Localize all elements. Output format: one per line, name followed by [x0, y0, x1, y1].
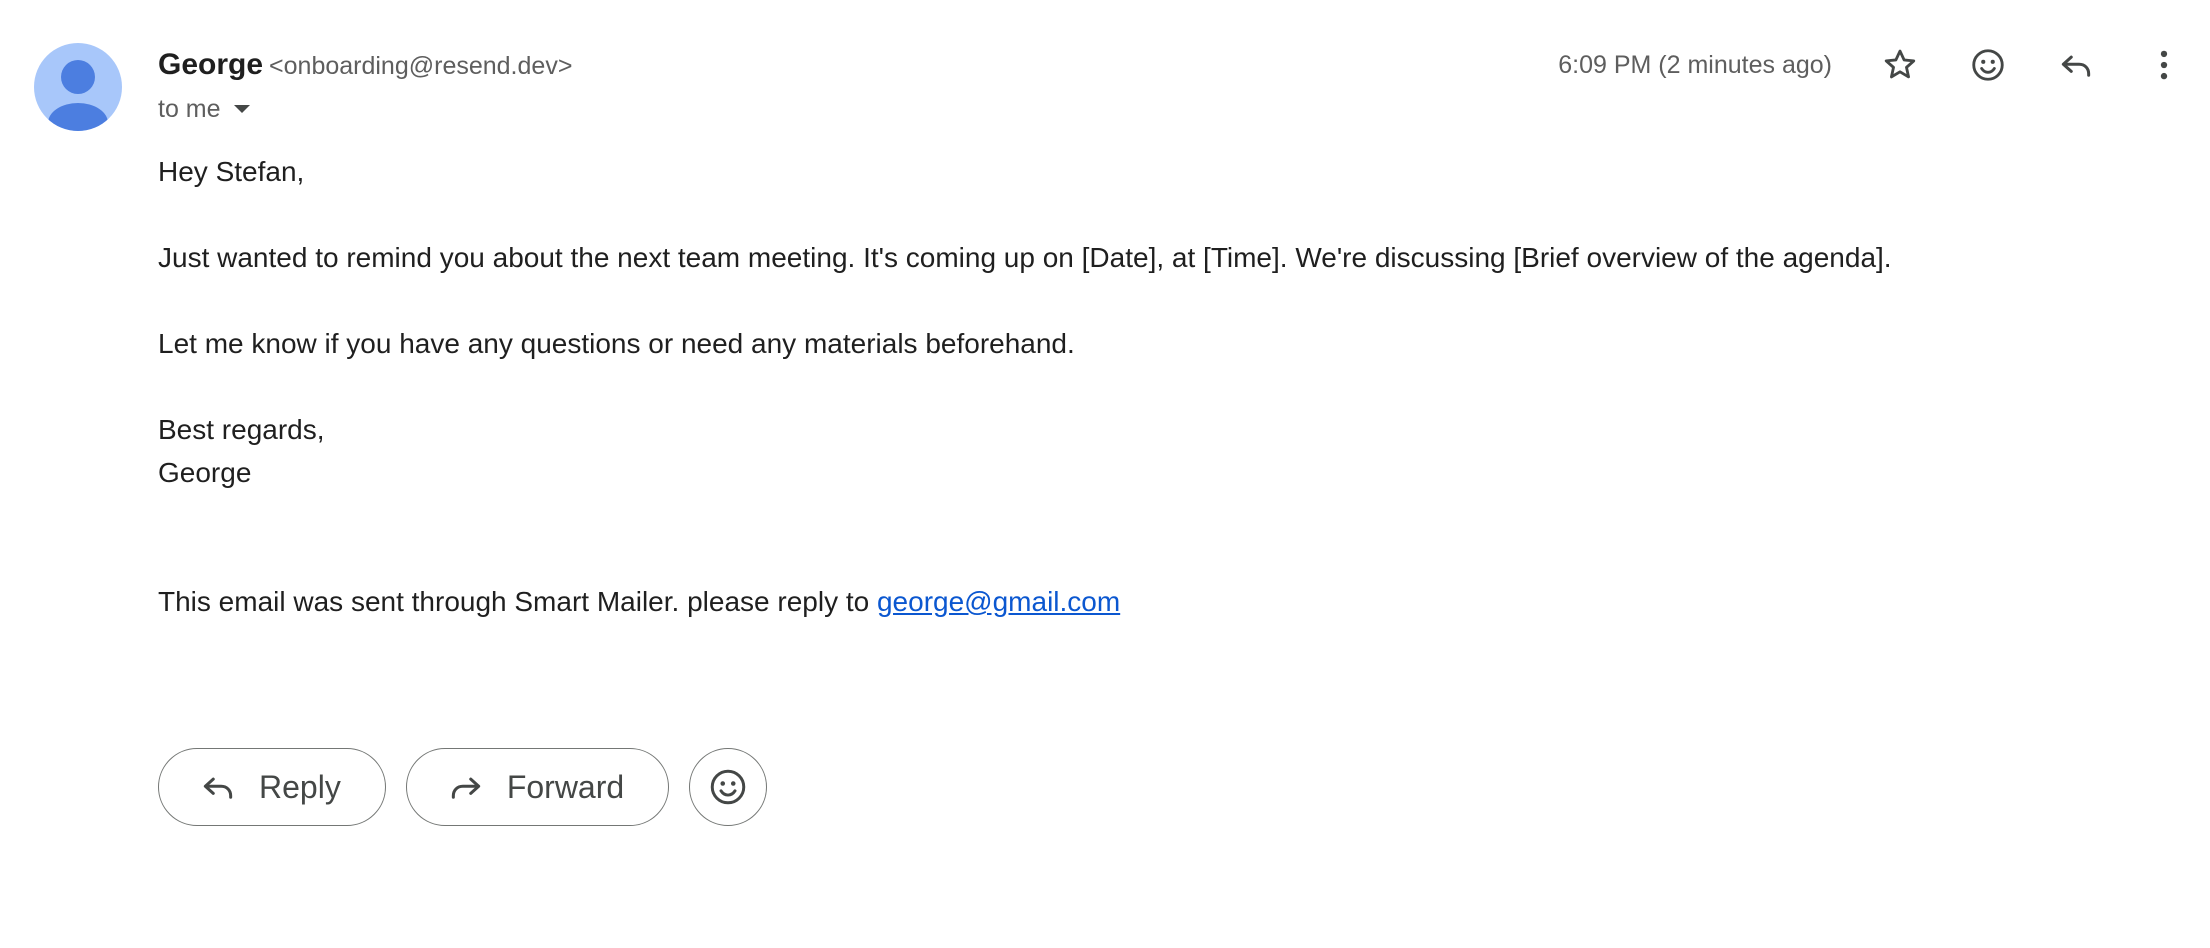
reply-icon — [203, 777, 233, 799]
add-reaction-button[interactable] — [1960, 37, 2016, 93]
signature: George — [158, 457, 252, 488]
message-body: Hey Stefan, Just wanted to remind you ab… — [158, 150, 2138, 623]
reply-label: Reply — [259, 768, 341, 805]
recipient-details-toggle[interactable]: to me — [158, 91, 257, 127]
react-emoji-button[interactable] — [689, 748, 768, 826]
forward-label: Forward — [506, 768, 625, 805]
chevron-down-icon[interactable] — [227, 94, 257, 124]
reply-email-link[interactable]: george@gmail.com — [877, 586, 1120, 617]
reply-button[interactable] — [2048, 37, 2104, 93]
star-button[interactable] — [1872, 37, 1928, 93]
avatar[interactable] — [34, 43, 122, 131]
star-icon — [1884, 49, 1916, 79]
emoji-icon — [1972, 49, 2004, 81]
sender-name[interactable]: George — [158, 48, 263, 81]
message-paragraph: Let me know if you have any questions or… — [158, 328, 1075, 359]
recipient-label: to me — [158, 94, 221, 123]
sender-line: George <onboarding@resend.dev> — [158, 45, 572, 90]
reply-icon — [2061, 55, 2091, 77]
more-vert-icon — [2160, 50, 2168, 80]
message-timestamp: 6:09 PM (2 minutes ago) — [1558, 51, 1832, 79]
sender-email: <onboarding@resend.dev> — [269, 52, 573, 80]
bottom-actions: Reply Forward — [158, 748, 768, 826]
footer-text: This email was sent through Smart Mailer… — [158, 586, 870, 617]
greeting: Hey Stefan, — [158, 156, 305, 187]
footer-line: This email was sent through Smart Mailer… — [158, 580, 2138, 623]
header-actions — [1872, 37, 2192, 93]
reply-pill-button[interactable]: Reply — [158, 748, 386, 826]
more-options-button[interactable] — [2136, 37, 2192, 93]
forward-pill-button[interactable]: Forward — [405, 748, 670, 826]
signoff: Best regards, — [158, 414, 325, 445]
message-paragraph: Just wanted to remind you about the next… — [158, 242, 1892, 273]
forward-icon — [451, 777, 480, 799]
emoji-icon — [710, 769, 746, 805]
person-icon — [48, 60, 108, 131]
